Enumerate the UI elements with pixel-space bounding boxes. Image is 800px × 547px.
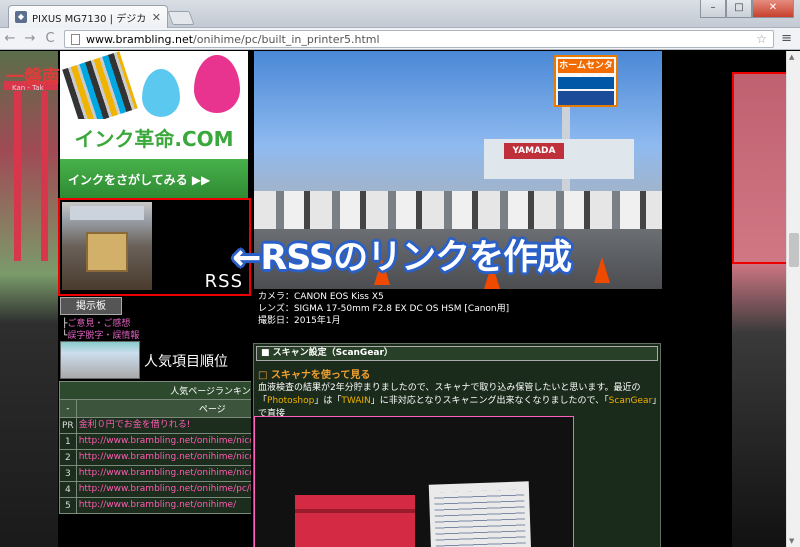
browser-titlebar: ◆ PIXUS MG7130 | デジカ ✕ – □ ✕ xyxy=(0,0,800,28)
blue-drop-mascot xyxy=(142,69,180,117)
tab-close-icon[interactable]: ✕ xyxy=(152,11,161,24)
sign-bottom xyxy=(558,91,614,105)
rss-link[interactable]: RSS xyxy=(58,198,251,296)
shop-image xyxy=(60,341,140,379)
shrine-roof xyxy=(70,206,144,220)
ink-cartridges-image xyxy=(62,51,138,127)
ink-logo[interactable]: インク革命.COM xyxy=(60,119,248,159)
scan-subtitle: □ スキャナを使って見る xyxy=(258,370,371,381)
page-scrollbar[interactable]: ▲ ▼ xyxy=(786,51,800,547)
scan-section: ■ スキャン設定（ScanGear） □ スキャナを使って見る 血液検査の結果が… xyxy=(253,343,661,547)
date-line: 撮影日：2015年1月 xyxy=(258,316,341,326)
window-close-button[interactable]: ✕ xyxy=(752,0,794,18)
scroll-down-icon[interactable]: ▼ xyxy=(789,537,794,545)
browser-toolbar: ← → C www.brambling.net/onihime/pc/built… xyxy=(0,28,800,50)
rank-col-header: - xyxy=(59,399,77,418)
page-icon xyxy=(71,33,80,45)
twain-link[interactable]: TWAIN xyxy=(341,396,370,406)
pouch-zipper xyxy=(295,509,415,513)
maximize-button[interactable]: □ xyxy=(726,0,752,18)
forward-button[interactable]: → xyxy=(20,31,40,46)
url-text: www.brambling.net/onihime/pc/built_in_pr… xyxy=(86,32,380,46)
camera-info: カメラ：CANON EOS Kiss X5 レンズ：SIGMA 17-50mm … xyxy=(254,289,662,327)
scan-header: ■ スキャン設定（ScanGear） xyxy=(256,346,658,361)
chrome-menu-icon[interactable]: ≡ xyxy=(781,31,792,46)
shrine-altar xyxy=(86,232,128,272)
ranking-banner: 人気項目順位 xyxy=(60,341,250,381)
red-pouch xyxy=(295,495,415,547)
new-tab-button[interactable] xyxy=(167,11,195,25)
page-viewport: 一磐南 Kan - Tak インク革命.COM インクをさがしてみる ▶▶ RS… xyxy=(0,51,786,547)
address-bar[interactable]: www.brambling.net/onihime/pc/built_in_pr… xyxy=(64,30,774,48)
site-subtitle: Kan - Tak xyxy=(12,84,44,92)
site-favicon-icon: ◆ xyxy=(15,11,27,23)
ranking-title: 人気項目順位 xyxy=(144,354,228,370)
lens-line: レンズ：SIGMA 17-50mm F2.8 EX DC OS HSM [Can… xyxy=(258,304,510,314)
store-signboard: ホームセンター コーナン xyxy=(554,55,618,107)
tab-title: PIXUS MG7130 | デジカ xyxy=(32,13,147,25)
paper-lines xyxy=(433,489,527,547)
minimize-button[interactable]: – xyxy=(700,0,726,18)
scrollbar-thumb[interactable] xyxy=(789,233,799,267)
sign-middle xyxy=(558,77,614,89)
bookmark-star-icon[interactable]: ☆ xyxy=(756,32,767,46)
scangear-link[interactable]: ScanGear xyxy=(609,396,653,406)
store-name: YAMADA xyxy=(504,143,564,159)
browser-tab[interactable]: ◆ PIXUS MG7130 | デジカ ✕ xyxy=(8,5,168,28)
bbs-link-typo[interactable]: └誤字脱字・誤情報 xyxy=(62,328,139,341)
ink-search-button[interactable]: インクをさがしてみる ▶▶ xyxy=(60,159,248,199)
scroll-up-icon[interactable]: ▲ xyxy=(789,53,794,61)
pink-drop-mascot xyxy=(194,55,240,113)
scan-photo xyxy=(254,416,574,547)
parked-cars xyxy=(254,191,662,229)
rss-annotation: ←RSSのリンクを作成 xyxy=(232,238,572,278)
highlight-border-right xyxy=(732,72,786,264)
reload-button[interactable]: C xyxy=(40,31,60,46)
back-button[interactable]: ← xyxy=(0,31,20,46)
sign-top: ホームセンター コーナン xyxy=(558,59,614,85)
camera-line: カメラ：CANON EOS Kiss X5 xyxy=(258,292,384,302)
photoshop-link[interactable]: Photoshop xyxy=(267,396,314,406)
bbs-header: 掲示板 xyxy=(60,297,122,315)
torii-gate xyxy=(14,91,48,261)
window-controls: – □ ✕ xyxy=(700,0,794,18)
shrine-image xyxy=(62,202,152,290)
